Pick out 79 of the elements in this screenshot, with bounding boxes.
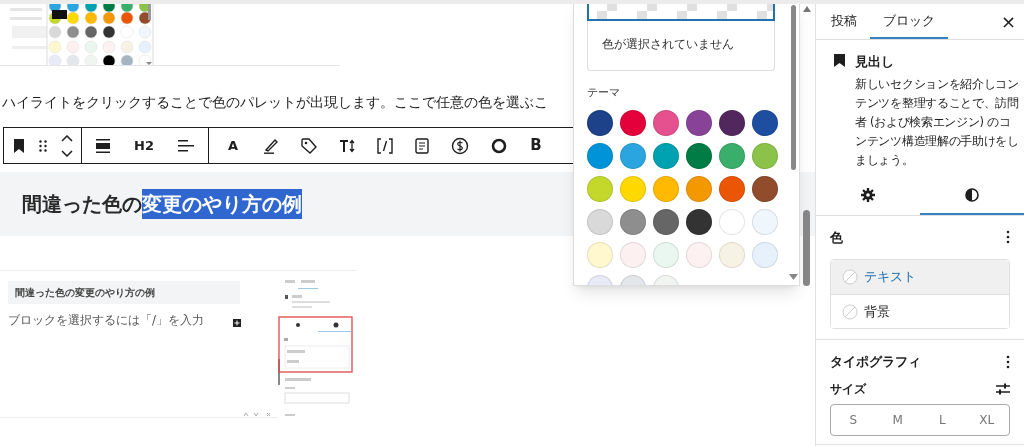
color-setting-item[interactable]: テキスト: [831, 260, 1009, 294]
text-size-icon[interactable]: [338, 138, 355, 153]
contrast-icon: [965, 188, 979, 202]
bookmark-icon: [834, 54, 845, 67]
move-up-down-icon[interactable]: [61, 134, 73, 157]
color-swatch[interactable]: [653, 142, 679, 169]
color-swatch[interactable]: [719, 175, 745, 202]
close-button[interactable]: ×: [1000, 4, 1016, 39]
bookmark-icon[interactable]: [13, 138, 25, 153]
document-icon[interactable]: [414, 137, 429, 154]
block-description: 新しいセクションを紹介しコンテンツを整理することで、訪問者 (および検索エンジン) のコンテンツ構造理解の手助けをしましょう。: [855, 75, 1020, 169]
font-size-option[interactable]: XL: [964, 404, 1009, 435]
color-swatch[interactable]: [686, 109, 712, 136]
circle-icon[interactable]: [490, 137, 507, 154]
more-options-icon[interactable]: [1006, 354, 1010, 369]
color-swatch[interactable]: [620, 175, 646, 202]
no-color-icon: [842, 269, 858, 285]
typography-heading: タイポグラフィ: [830, 353, 921, 371]
size-label: サイズ: [830, 380, 866, 398]
align-left-icon[interactable]: [177, 138, 194, 153]
color-swatch[interactable]: [653, 109, 679, 136]
color-swatch[interactable]: [752, 142, 778, 169]
bold-button[interactable]: B: [528, 134, 543, 157]
dollar-coin-icon[interactable]: [450, 136, 469, 155]
font-size-option[interactable]: M: [875, 404, 920, 435]
align-full-width-icon[interactable]: [96, 138, 110, 153]
brush-icon[interactable]: [262, 137, 279, 154]
heading-level-button[interactable]: H2: [132, 135, 156, 156]
settings-icon: [861, 188, 875, 202]
sidebar-tab[interactable]: 投稿: [818, 4, 870, 39]
color-swatch[interactable]: [719, 241, 745, 268]
color-swatch[interactable]: [752, 109, 778, 136]
color-swatch[interactable]: [587, 175, 613, 202]
color-swatch[interactable]: [587, 208, 613, 235]
custom-size-sliders-icon[interactable]: [996, 382, 1010, 395]
drag-handle-icon[interactable]: [39, 139, 47, 152]
font-size-option[interactable]: L: [920, 404, 965, 435]
no-color-selected-text: 色が選択されていません: [602, 37, 734, 51]
color-swatch[interactable]: [587, 109, 613, 136]
paragraph-text: ハイライトをクリックすることで色のパレットが出現します。ここで任意の色を選ぶこ: [2, 93, 548, 112]
palette-heading: テーマ: [587, 85, 621, 101]
embedded-placeholder-text: ブロックを選択するには「/」を入力: [8, 312, 205, 329]
color-swatch[interactable]: [686, 241, 712, 268]
plus-icon: [233, 319, 241, 327]
color-swatch[interactable]: [620, 142, 646, 169]
text-style-button[interactable]: A: [224, 135, 241, 156]
tag-icon[interactable]: [300, 137, 317, 154]
color-swatch[interactable]: [719, 109, 745, 136]
block-title: 見出し: [855, 53, 895, 71]
color-swatch[interactable]: [686, 175, 712, 202]
pagination-arrows-icon: [243, 412, 273, 417]
color-swatch[interactable]: [653, 208, 679, 235]
color-swatch[interactable]: [686, 208, 712, 235]
embedded-heading-text: 間違った色の変更のやり方の例: [15, 286, 155, 300]
scrollbar-up-arrow-icon[interactable]: [803, 6, 811, 12]
color-swatch[interactable]: [752, 175, 778, 202]
color-section-heading: 色: [830, 228, 843, 247]
color-swatch[interactable]: [620, 208, 646, 235]
color-swatch[interactable]: [653, 241, 679, 268]
color-swatch[interactable]: [653, 175, 679, 202]
color-swatch[interactable]: [587, 241, 613, 268]
color-swatch[interactable]: [752, 208, 778, 235]
no-color-icon: [842, 303, 858, 320]
popover-scrollbar-thumb[interactable]: [791, 5, 796, 170]
scrollbar-thumb[interactable]: [803, 210, 810, 286]
color-setting-item[interactable]: 背景: [831, 294, 1009, 328]
sidebar-tab[interactable]: ブロック: [870, 4, 948, 39]
color-swatch[interactable]: [719, 142, 745, 169]
shortcode-icon[interactable]: [376, 137, 393, 154]
color-swatch[interactable]: [752, 241, 778, 268]
font-size-picker[interactable]: S M L XL: [830, 403, 1010, 436]
scroll-down-arrow-icon[interactable]: [789, 274, 798, 280]
color-swatch[interactable]: [620, 109, 646, 136]
color-swatch[interactable]: [587, 142, 613, 169]
more-options-icon[interactable]: [1006, 230, 1010, 245]
color-swatch[interactable]: [620, 241, 646, 268]
font-size-option[interactable]: S: [831, 404, 876, 435]
color-swatch[interactable]: [686, 142, 712, 169]
color-swatch[interactable]: [719, 208, 745, 235]
